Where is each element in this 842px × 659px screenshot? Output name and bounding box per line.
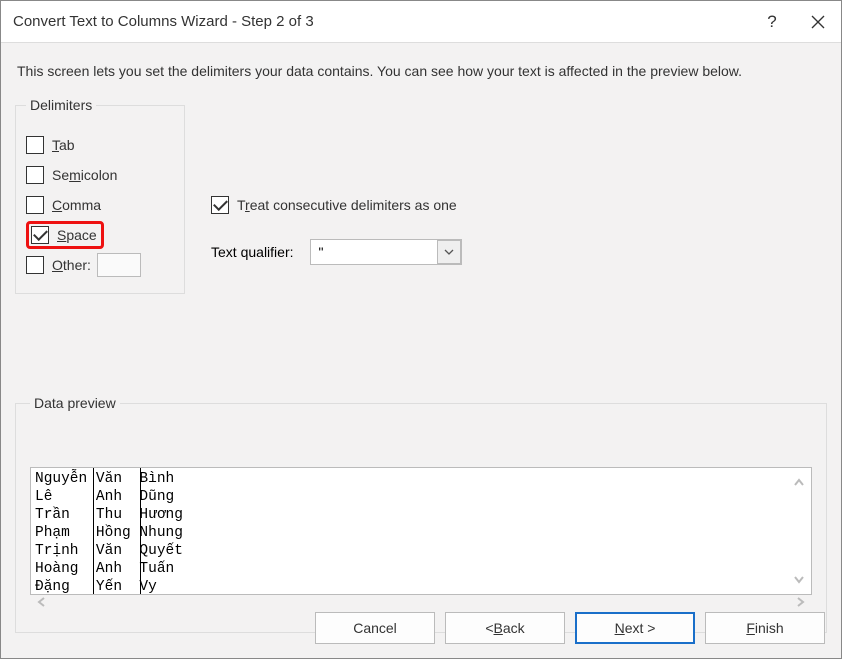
delimiter-other[interactable]: Other: [26,253,174,277]
cancel-button[interactable]: Cancel [315,612,435,644]
scroll-left-button[interactable] [36,596,46,618]
delimiter-tab-label: Tab [52,137,75,153]
consecutive-label: Treat consecutive delimiters as one [237,197,457,213]
delimiter-other-label: Other: [52,257,91,273]
scroll-down-button[interactable] [791,572,807,588]
delimiters-legend: Delimiters [26,97,96,113]
text-qualifier-dropdown[interactable]: " [310,239,462,265]
delimiter-space-checkbox[interactable] [31,226,49,244]
button-row: Cancel < Back Next > Finish [315,612,825,644]
close-button[interactable] [795,1,841,43]
text-qualifier-label: Text qualifier: [211,244,294,260]
text-qualifier-row: Text qualifier: " [211,239,711,265]
preview-content: Nguyễn Văn Bình Lê Anh Dũng Trần Thu Hươ… [31,468,811,595]
delimiter-comma-label: Comma [52,197,101,213]
delimiter-other-checkbox[interactable] [26,256,44,274]
text-qualifier-value: " [311,244,437,260]
instruction-text: This screen lets you set the delimiters … [17,63,825,79]
help-button[interactable]: ? [749,1,795,43]
next-button[interactable]: Next > [575,612,695,644]
delimiter-options: Treat consecutive delimiters as one Text… [211,193,711,265]
preview-box: Nguyễn Văn Bình Lê Anh Dũng Trần Thu Hươ… [30,467,812,595]
delimiter-semicolon-label: Semicolon [52,167,117,183]
space-highlight: Space [26,221,104,249]
scroll-up-button[interactable] [791,474,807,490]
delimiter-comma-checkbox[interactable] [26,196,44,214]
delimiter-other-input[interactable] [97,253,141,277]
close-icon [811,15,825,29]
delimiter-space[interactable]: Space [26,223,174,247]
finish-button[interactable]: Finish [705,612,825,644]
delimiter-tab[interactable]: Tab [26,133,174,157]
wizard-window: Convert Text to Columns Wizard - Step 2 … [0,0,842,659]
dialog-body: This screen lets you set the delimiters … [1,43,841,658]
delimiter-comma[interactable]: Comma [26,193,174,217]
delimiter-tab-checkbox[interactable] [26,136,44,154]
window-title: Convert Text to Columns Wizard - Step 2 … [13,13,749,30]
chevron-down-icon [444,249,454,255]
consecutive-delimiters[interactable]: Treat consecutive delimiters as one [211,193,711,217]
dropdown-button[interactable] [437,240,461,264]
delimiter-semicolon-checkbox[interactable] [26,166,44,184]
consecutive-checkbox[interactable] [211,196,229,214]
data-preview-group: Data preview Nguyễn Văn Bình Lê Anh Dũng… [15,395,827,633]
back-button[interactable]: < Back [445,612,565,644]
titlebar: Convert Text to Columns Wizard - Step 2 … [1,1,841,43]
delimiter-space-label: Space [57,227,97,243]
delimiter-semicolon[interactable]: Semicolon [26,163,174,187]
data-preview-legend: Data preview [30,395,120,411]
delimiters-group: Delimiters Tab Semicolon Comma Space [15,97,185,294]
